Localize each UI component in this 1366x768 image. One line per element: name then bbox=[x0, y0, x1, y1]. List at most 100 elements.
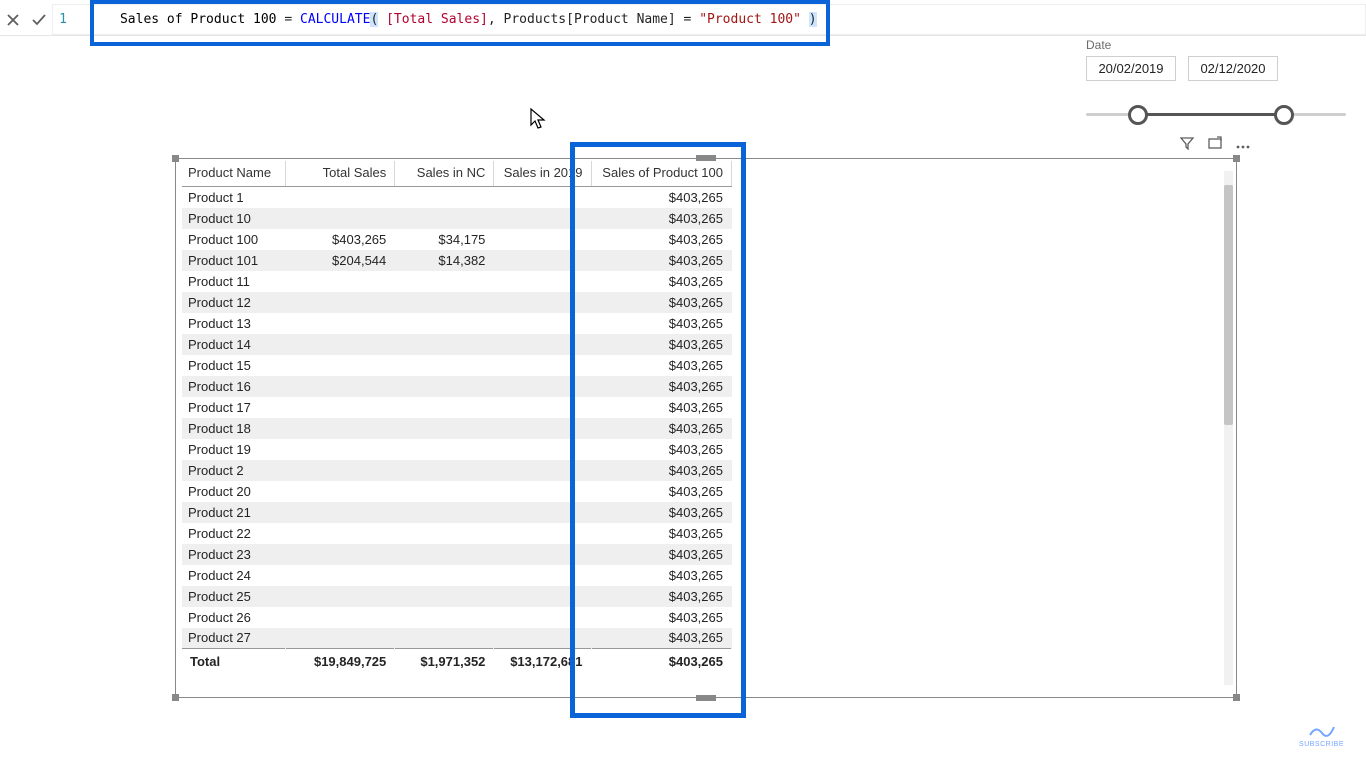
data-table: Product Name Total Sales Sales in NC Sal… bbox=[182, 161, 732, 674]
cell-sales-nc: $14,382 bbox=[395, 250, 494, 271]
cell-total-sales: $204,544 bbox=[285, 250, 394, 271]
slider-handle-start[interactable] bbox=[1128, 105, 1148, 125]
resize-handle-bl[interactable] bbox=[172, 694, 179, 701]
table-row[interactable]: Product 18$403,265 bbox=[182, 418, 732, 439]
vertical-scrollbar[interactable] bbox=[1224, 171, 1233, 685]
cell-total-sales bbox=[285, 187, 394, 208]
slicer-title: Date bbox=[1086, 38, 1346, 52]
table-row[interactable]: Product 21 $403,265 bbox=[182, 502, 732, 523]
resize-handle-tl[interactable] bbox=[172, 155, 179, 162]
table-row[interactable]: Product 22$403,265 bbox=[182, 523, 732, 544]
col-header-total-sales[interactable]: Total Sales bbox=[285, 161, 394, 187]
table-row[interactable]: Product 15 $403,265 bbox=[182, 355, 732, 376]
cell-sales-2019 bbox=[494, 271, 591, 292]
table-row[interactable]: Product 12$403,265 bbox=[182, 292, 732, 313]
cell-product-name: Product 24 bbox=[182, 565, 285, 586]
cell-sales-2019 bbox=[494, 523, 591, 544]
col-header-product-name[interactable]: Product Name bbox=[182, 161, 285, 187]
date-slider[interactable] bbox=[1086, 103, 1346, 127]
formula-input[interactable]: 1 Sales of Product 100 = CALCULATE( [Tot… bbox=[52, 4, 1366, 35]
slider-handle-end[interactable] bbox=[1274, 105, 1294, 125]
cell-sales-nc bbox=[395, 187, 494, 208]
table-row[interactable]: Product 25$403,265 bbox=[182, 586, 732, 607]
cell-sales-2019 bbox=[494, 187, 591, 208]
cell-product-name: Product 21 bbox=[182, 502, 285, 523]
table-row[interactable]: Product 16$403,265 bbox=[182, 376, 732, 397]
table-row[interactable]: Product 24$403,265 bbox=[182, 565, 732, 586]
resize-handle-bottom[interactable] bbox=[696, 695, 716, 701]
cell-sales-product-100: $403,265 bbox=[591, 355, 732, 376]
cell-product-name: Product 10 bbox=[182, 208, 285, 229]
resize-handle-br[interactable] bbox=[1233, 694, 1240, 701]
cell-sales-product-100: $403,265 bbox=[591, 628, 732, 649]
cell-total-sales bbox=[285, 313, 394, 334]
cell-sales-product-100: $403,265 bbox=[591, 271, 732, 292]
cell-sales-nc bbox=[395, 460, 494, 481]
cell-sales-nc bbox=[395, 502, 494, 523]
cell-sales-2019 bbox=[494, 355, 591, 376]
table-row[interactable]: Product 2 $403,265 bbox=[182, 460, 732, 481]
cell-product-name: Product 100 bbox=[182, 229, 285, 250]
cell-sales-nc bbox=[395, 523, 494, 544]
table-row[interactable]: Product 19$403,265 bbox=[182, 439, 732, 460]
cell-sales-nc bbox=[395, 418, 494, 439]
table-row[interactable]: Product 23$403,265 bbox=[182, 544, 732, 565]
table-row[interactable]: Product 101$204,544$14,382$403,265 bbox=[182, 250, 732, 271]
col-header-sales-nc[interactable]: Sales in NC bbox=[395, 161, 494, 187]
table-row[interactable]: Product 11 $403,265 bbox=[182, 271, 732, 292]
cell-sales-2019 bbox=[494, 292, 591, 313]
cell-product-name: Product 19 bbox=[182, 439, 285, 460]
more-options-icon[interactable] bbox=[1236, 136, 1250, 153]
date-end-input[interactable]: 02/12/2020 bbox=[1188, 56, 1278, 81]
cell-total-sales bbox=[285, 439, 394, 460]
cell-product-name: Product 15 bbox=[182, 355, 285, 376]
cell-sales-nc: $34,175 bbox=[395, 229, 494, 250]
cancel-formula-button[interactable] bbox=[0, 7, 26, 33]
commit-formula-button[interactable] bbox=[26, 7, 52, 33]
cell-total-sales bbox=[285, 586, 394, 607]
cell-total-sales bbox=[285, 481, 394, 502]
cell-product-name: Product 14 bbox=[182, 334, 285, 355]
table-row[interactable]: Product 17$403,265 bbox=[182, 397, 732, 418]
date-slicer: Date 20/02/2019 02/12/2020 bbox=[1086, 38, 1346, 127]
cell-sales-2019 bbox=[494, 565, 591, 586]
cell-sales-product-100: $403,265 bbox=[591, 250, 732, 271]
cell-product-name: Product 26 bbox=[182, 607, 285, 628]
table-row[interactable]: Product 27$403,265 bbox=[182, 628, 732, 649]
cell-sales-product-100: $403,265 bbox=[591, 502, 732, 523]
cell-sales-product-100: $403,265 bbox=[591, 187, 732, 208]
cell-sales-2019 bbox=[494, 418, 591, 439]
table-row[interactable]: Product 20$403,265 bbox=[182, 481, 732, 502]
cell-product-name: Product 2 bbox=[182, 460, 285, 481]
table-row[interactable]: Product 1 $403,265 bbox=[182, 187, 732, 208]
cell-total-sales: $403,265 bbox=[285, 229, 394, 250]
cell-sales-2019 bbox=[494, 481, 591, 502]
date-start-input[interactable]: 20/02/2019 bbox=[1086, 56, 1176, 81]
resize-handle-tr[interactable] bbox=[1233, 155, 1240, 162]
cell-product-name: Product 12 bbox=[182, 292, 285, 313]
col-header-sales-2019[interactable]: Sales in 2019 bbox=[494, 161, 591, 187]
table-row[interactable]: Product 14$403,265 bbox=[182, 334, 732, 355]
cell-sales-2019 bbox=[494, 376, 591, 397]
cell-sales-product-100: $403,265 bbox=[591, 208, 732, 229]
table-row[interactable]: Product 10 $403,265 bbox=[182, 208, 732, 229]
table-row[interactable]: Product 100$403,265$34,175$403,265 bbox=[182, 229, 732, 250]
cell-sales-nc bbox=[395, 628, 494, 649]
cell-product-name: Product 13 bbox=[182, 313, 285, 334]
cell-product-name: Product 1 bbox=[182, 187, 285, 208]
cell-sales-nc bbox=[395, 439, 494, 460]
filter-icon[interactable] bbox=[1180, 136, 1194, 153]
cell-sales-nc bbox=[395, 334, 494, 355]
cell-sales-2019 bbox=[494, 229, 591, 250]
cell-sales-product-100: $403,265 bbox=[591, 460, 732, 481]
table-visual[interactable]: Product Name Total Sales Sales in NC Sal… bbox=[175, 158, 1237, 698]
total-label: Total bbox=[182, 649, 285, 675]
cell-product-name: Product 11 bbox=[182, 271, 285, 292]
table-row[interactable]: Product 13$403,265 bbox=[182, 313, 732, 334]
focus-mode-icon[interactable] bbox=[1208, 136, 1222, 153]
table-row[interactable]: Product 26$403,265 bbox=[182, 607, 732, 628]
subscribe-watermark: SUBSCRIBE bbox=[1299, 723, 1344, 748]
cell-sales-nc bbox=[395, 376, 494, 397]
col-header-sales-product-100[interactable]: Sales of Product 100 bbox=[591, 161, 732, 187]
scrollbar-thumb[interactable] bbox=[1224, 185, 1233, 425]
